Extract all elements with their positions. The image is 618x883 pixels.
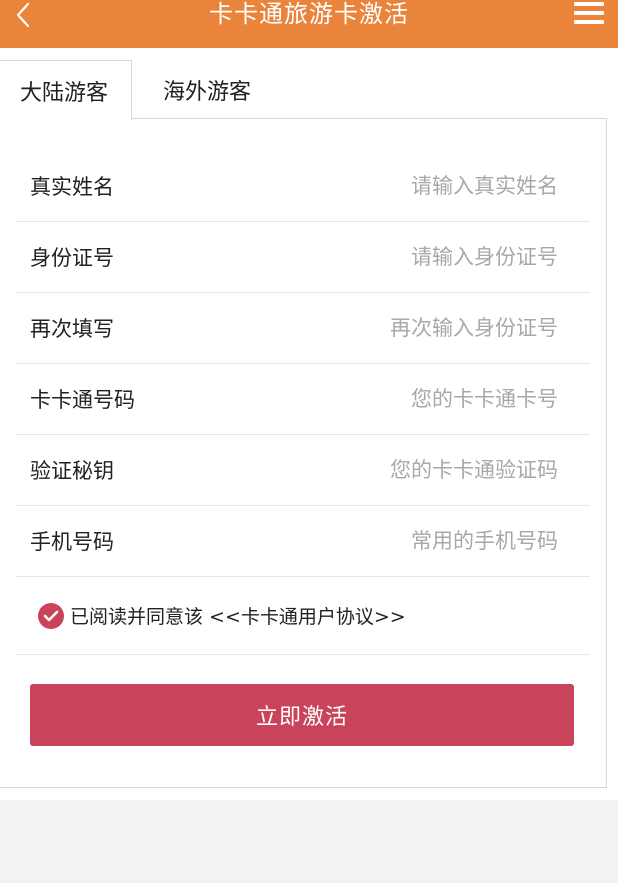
tab-mainland[interactable]: 大陆游客 <box>0 60 132 120</box>
page-title: 卡卡通旅游卡激活 <box>209 0 409 28</box>
phone-input[interactable] <box>330 529 590 553</box>
hamburger-menu-icon[interactable] <box>574 2 604 26</box>
id-confirm-input[interactable] <box>330 316 590 340</box>
checkbox-checked-icon[interactable] <box>38 602 64 629</box>
agreement-row[interactable]: 已阅读并同意该 <<卡卡通用户协议>> <box>16 577 590 655</box>
field-label: 身份证号 <box>30 246 114 270</box>
field-real-name: 真实姓名 <box>16 151 590 222</box>
app-header: 卡卡通旅游卡激活 <box>0 0 618 48</box>
field-verify-key: 验证秘钥 <box>16 435 590 506</box>
field-id-number: 身份证号 <box>16 222 590 293</box>
field-id-confirm: 再次填写 <box>16 293 590 364</box>
field-phone: 手机号码 <box>16 506 590 577</box>
activation-page: 卡卡通旅游卡激活 大陆游客 海外游客 真实姓名 身份证号 再次填写 <box>0 0 618 883</box>
tab-overseas[interactable]: 海外游客 <box>163 60 251 120</box>
activation-form: 真实姓名 身份证号 再次填写 卡卡通号码 验证秘钥 <box>16 151 590 655</box>
agreement-text[interactable]: 已阅读并同意该 <<卡卡通用户协议>> <box>70 602 406 629</box>
field-label: 再次填写 <box>30 317 114 341</box>
tab-bar: 大陆游客 海外游客 <box>0 60 618 120</box>
field-label: 卡卡通号码 <box>30 388 135 412</box>
field-label: 验证秘钥 <box>30 459 114 483</box>
field-label: 手机号码 <box>30 530 114 554</box>
field-label: 真实姓名 <box>30 175 114 199</box>
activate-button[interactable]: 立即激活 <box>30 684 574 746</box>
verify-key-input[interactable] <box>330 458 590 482</box>
id-number-input[interactable] <box>330 245 590 269</box>
real-name-input[interactable] <box>330 174 590 198</box>
field-card-number: 卡卡通号码 <box>16 364 590 435</box>
card-number-input[interactable] <box>330 387 590 411</box>
